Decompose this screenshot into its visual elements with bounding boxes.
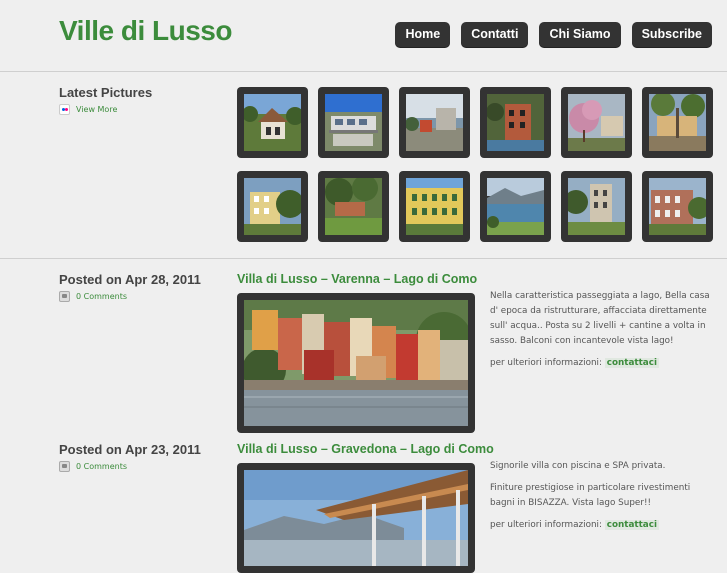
thumbnail[interactable] — [480, 87, 551, 158]
post-info-line: per ulteriori informazioni: contattaci — [490, 356, 712, 371]
post-paragraph: Signorile villa con piscina e SPA privat… — [490, 461, 666, 471]
post-excerpt: Signorile villa con piscina e SPA privat… — [490, 459, 712, 540]
comment-icon — [59, 291, 70, 302]
post-image[interactable] — [237, 463, 475, 573]
thumbnail[interactable] — [561, 171, 632, 242]
comments-count[interactable]: 0 Comments — [76, 292, 127, 301]
nav-home-button[interactable]: Home — [395, 22, 451, 47]
comments-count[interactable]: 0 Comments — [76, 462, 127, 471]
thumbnail[interactable] — [399, 87, 470, 158]
gravedona-photo — [244, 470, 468, 566]
latest-pictures-heading: Latest Pictures — [59, 85, 153, 100]
view-more-link[interactable]: View More — [59, 104, 117, 115]
nav-contatti-button[interactable]: Contatti — [461, 22, 529, 47]
contattaci-link[interactable]: contattaci — [604, 520, 659, 530]
thumbnail[interactable] — [237, 171, 308, 242]
post-info-line: per ulteriori informazioni: contattaci — [490, 518, 712, 533]
thumbnail[interactable] — [318, 171, 389, 242]
thumbnail[interactable] — [480, 171, 551, 242]
post-excerpt: Nella caratteristica passeggiata a lago,… — [490, 289, 712, 378]
comments-link[interactable]: 0 Comments — [59, 291, 127, 302]
thumbnail[interactable] — [561, 87, 632, 158]
header-divider — [0, 71, 727, 72]
view-more-label[interactable]: View More — [76, 105, 117, 114]
post-date: Posted on Apr 23, 2011 — [59, 442, 201, 457]
comment-icon — [59, 461, 70, 472]
contattaci-link[interactable]: contattaci — [604, 358, 659, 368]
section-divider — [0, 258, 727, 259]
varenna-photo — [244, 300, 468, 426]
info-label: per ulteriori informazioni: — [490, 358, 602, 368]
thumbnail[interactable] — [642, 87, 713, 158]
comments-link[interactable]: 0 Comments — [59, 461, 127, 472]
thumbnail[interactable] — [318, 87, 389, 158]
info-label: per ulteriori informazioni: — [490, 520, 602, 530]
post-paragraph: Finiture prestigiose in particolare rive… — [490, 483, 691, 508]
post-title[interactable]: Villa di Lusso – Varenna – Lago di Como — [237, 272, 477, 286]
site-logo[interactable]: Ville di Lusso — [59, 15, 232, 47]
flickr-icon — [59, 104, 70, 115]
post-paragraph: Nella caratteristica passeggiata a lago,… — [490, 291, 710, 346]
thumbnail[interactable] — [399, 171, 470, 242]
thumbnail[interactable] — [642, 171, 713, 242]
thumbnail-grid — [237, 87, 713, 242]
nav-chi-siamo-button[interactable]: Chi Siamo — [539, 22, 621, 47]
post-title[interactable]: Villa di Lusso – Gravedona – Lago di Com… — [237, 442, 494, 456]
nav-subscribe-button[interactable]: Subscribe — [631, 22, 712, 47]
post-image[interactable] — [237, 293, 475, 433]
thumbnail[interactable] — [237, 87, 308, 158]
main-nav: Home Contatti Chi Siamo Subscribe — [395, 22, 712, 47]
post-date: Posted on Apr 28, 2011 — [59, 272, 201, 287]
